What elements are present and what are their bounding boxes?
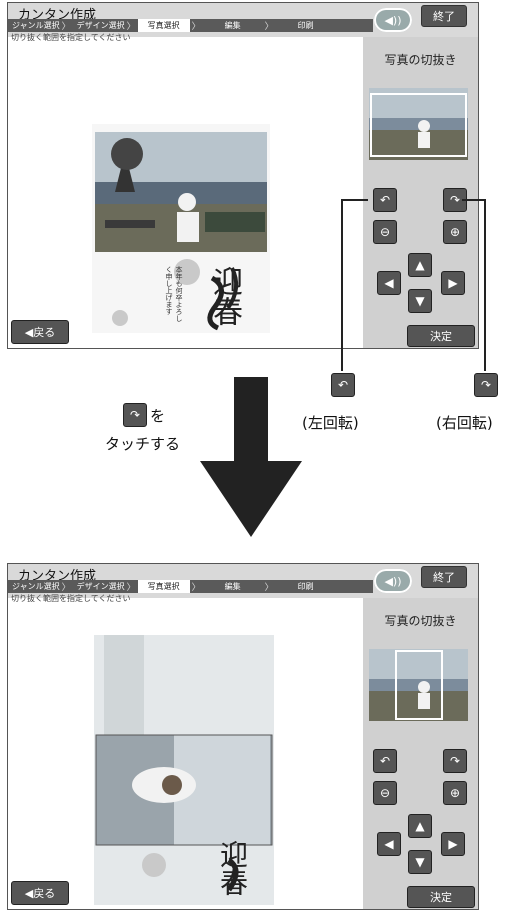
rotate-right-instruction-icon: ↷ bbox=[123, 403, 147, 427]
zoom-in-button[interactable]: ⊕ bbox=[443, 220, 467, 244]
top-bar: カンタン作成 ジャンル選択〉 デザイン選択〉 写真選択〉 編集〉 印刷 切り抜く… bbox=[8, 3, 478, 42]
move-right-button-after[interactable]: ▶ bbox=[441, 832, 465, 856]
step-design-after: デザイン選択 bbox=[76, 582, 125, 591]
rotate-right-callout-icon: ↷ bbox=[474, 373, 498, 397]
end-button-after[interactable]: 終了 bbox=[421, 566, 467, 588]
move-down-button-after[interactable]: ▼ bbox=[408, 850, 432, 874]
photo-area[interactable] bbox=[95, 132, 267, 252]
instruction-line2: タッチする bbox=[105, 435, 181, 453]
move-up-button[interactable]: ▲ bbox=[408, 253, 432, 277]
panel-title: 写真の切抜き bbox=[384, 53, 457, 67]
zoom-out-button-after[interactable]: ⊖ bbox=[373, 781, 397, 805]
rotate-left-button-after[interactable]: ↶ bbox=[373, 749, 397, 773]
step-bar-after: ジャンル選択〉 デザイン選択〉 写真選択〉 編集〉 印刷 bbox=[8, 580, 373, 593]
device-screen-after: カンタン作成 ジャンル選択〉 デザイン選択〉 写真選択〉 編集〉 印刷 切り抜く… bbox=[7, 563, 479, 910]
crop-thumbnail bbox=[369, 88, 468, 160]
rotate-right-button-after[interactable]: ↷ bbox=[443, 749, 467, 773]
card-greeting: 迎春 bbox=[207, 266, 242, 326]
card-greeting-after: 迎春 bbox=[216, 840, 249, 896]
end-button[interactable]: 終了 bbox=[421, 5, 467, 27]
card-message: 本年も何卒よろしく申し上げます bbox=[165, 266, 183, 322]
postcard-preview: 本年も何卒よろしく申し上げます 迎春 bbox=[92, 124, 270, 333]
instruction-text-after: 切り抜く範囲を指定してください bbox=[11, 594, 131, 603]
move-right-button[interactable]: ▶ bbox=[441, 271, 465, 295]
step-print-after: 印刷 bbox=[297, 582, 314, 591]
step-edit-after: 編集 bbox=[224, 582, 241, 591]
zoom-in-button-after[interactable]: ⊕ bbox=[443, 781, 467, 805]
panel-title-after: 写真の切抜き bbox=[384, 614, 457, 628]
move-down-button[interactable]: ▼ bbox=[408, 289, 432, 313]
step-bar: ジャンル選択〉 デザイン選択〉 写真選択〉 編集〉 印刷 bbox=[8, 19, 373, 32]
step-genre: ジャンル選択 bbox=[12, 21, 60, 30]
photo-image bbox=[95, 132, 267, 252]
step-design: デザイン選択 bbox=[76, 21, 125, 30]
callout-line-left-v bbox=[341, 199, 343, 371]
callout-line-right-h bbox=[462, 199, 485, 201]
step-print: 印刷 bbox=[297, 21, 314, 30]
crop-panel-after: 写真の切抜き ↶ ↷ ⊖ ⊕ ▲ ◀ ▶ ▼ 決定 bbox=[363, 598, 478, 909]
back-button[interactable]: ◀戻る bbox=[11, 320, 69, 344]
crop-thumbnail-after bbox=[369, 649, 468, 721]
zoom-out-button[interactable]: ⊖ bbox=[373, 220, 397, 244]
top-bar-after: カンタン作成 ジャンル選択〉 デザイン選択〉 写真選択〉 編集〉 印刷 切り抜く… bbox=[8, 564, 478, 603]
decide-button[interactable]: 決定 bbox=[407, 325, 475, 347]
rotate-left-caption: (左回転) bbox=[302, 414, 359, 432]
rotate-left-callout-icon: ↶ bbox=[331, 373, 355, 397]
decide-button-after[interactable]: 決定 bbox=[407, 886, 475, 908]
device-screen-before: カンタン作成 ジャンル選択〉 デザイン選択〉 写真選択〉 編集〉 印刷 切り抜く… bbox=[7, 2, 479, 349]
rotate-right-caption: (右回転) bbox=[436, 414, 493, 432]
speaker-icon[interactable]: ◀)) bbox=[374, 569, 412, 593]
step-genre-after: ジャンル選択 bbox=[12, 582, 60, 591]
step-photo-after: 写真選択 bbox=[137, 580, 190, 593]
crop-panel: 写真の切抜き ↶ ↷ ⊖ ⊕ ▲ ◀ ▶ ▼ 決定 bbox=[363, 37, 478, 348]
move-left-button-after[interactable]: ◀ bbox=[377, 832, 401, 856]
step-photo: 写真選択 bbox=[137, 19, 190, 32]
rotated-preview: 迎春 bbox=[94, 635, 274, 905]
down-arrow bbox=[200, 377, 302, 537]
move-left-button[interactable]: ◀ bbox=[377, 271, 401, 295]
callout-line-right-v bbox=[484, 199, 486, 371]
rotate-left-button[interactable]: ↶ bbox=[373, 188, 397, 212]
instruction-suffix: を bbox=[150, 407, 166, 425]
move-up-button-after[interactable]: ▲ bbox=[408, 814, 432, 838]
step-edit: 編集 bbox=[224, 21, 241, 30]
back-button-after[interactable]: ◀戻る bbox=[11, 881, 69, 905]
instruction-text: 切り抜く範囲を指定してください bbox=[11, 33, 131, 42]
callout-line-left-h bbox=[341, 199, 368, 201]
speaker-icon[interactable]: ◀)) bbox=[374, 8, 412, 32]
